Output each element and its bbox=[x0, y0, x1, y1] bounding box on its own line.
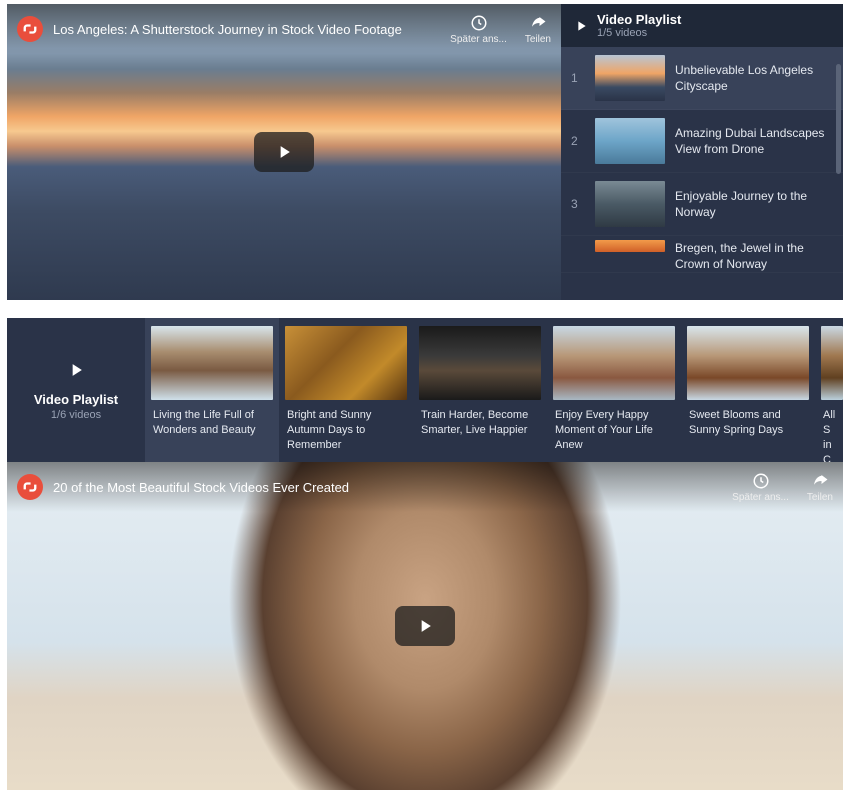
playlist-items[interactable]: 1 Unbelievable Los Angeles Cityscape 2 A… bbox=[561, 47, 843, 300]
watch-later-label: Später ans... bbox=[450, 34, 507, 45]
video-player-2: Video Playlist 1/6 videos Living the Lif… bbox=[7, 318, 843, 790]
share-icon bbox=[529, 14, 547, 32]
playlist-thumbnail bbox=[595, 118, 665, 164]
shutterstock-icon bbox=[23, 22, 37, 36]
video-title[interactable]: 20 of the Most Beautiful Stock Videos Ev… bbox=[53, 480, 732, 495]
playlist-item-number: 2 bbox=[571, 134, 585, 148]
play-icon bbox=[274, 142, 294, 162]
share-label: Teilen bbox=[525, 34, 551, 45]
playlist-thumbnail bbox=[595, 240, 665, 252]
carousel-items[interactable]: Living the Life Full of Wonders and Beau… bbox=[145, 318, 843, 462]
share-label: Teilen bbox=[807, 492, 833, 503]
playlist-item[interactable]: 3 Enjoyable Journey to the Norway bbox=[561, 173, 843, 236]
carousel-item-title: Living the Life Full of Wonders and Beau… bbox=[151, 408, 273, 438]
carousel-item-title: Enjoy Every Happy Moment of Your Life An… bbox=[553, 408, 675, 453]
playlist-count: 1/6 videos bbox=[51, 409, 101, 421]
video-overlay: Los Angeles: A Shutterstock Journey in S… bbox=[7, 4, 561, 54]
share-button[interactable]: Teilen bbox=[525, 14, 551, 45]
play-button[interactable] bbox=[254, 132, 314, 172]
carousel-item[interactable]: Living the Life Full of Wonders and Beau… bbox=[145, 318, 279, 462]
playlist-item[interactable]: Bregen, the Jewel in the Crown of Norway bbox=[561, 236, 843, 273]
carousel-thumbnail bbox=[821, 326, 843, 400]
play-icon bbox=[573, 18, 589, 34]
playlist-title: Video Playlist bbox=[34, 392, 118, 407]
watch-later-label: Später ans... bbox=[732, 492, 789, 503]
carousel-item-title: Bright and Sunny Autumn Days to Remember bbox=[285, 408, 407, 453]
video-actions: Später ans... Teilen bbox=[450, 14, 551, 45]
play-icon bbox=[66, 360, 86, 380]
share-icon bbox=[811, 472, 829, 490]
share-button[interactable]: Teilen bbox=[807, 472, 833, 503]
carousel-item[interactable]: All S in C bbox=[815, 318, 843, 462]
playlist-item-title: Enjoyable Journey to the Norway bbox=[675, 188, 833, 220]
playlist-item-title: Amazing Dubai Landscapes View from Drone bbox=[675, 125, 833, 157]
playlist-thumbnail bbox=[595, 55, 665, 101]
carousel-thumbnail bbox=[553, 326, 675, 400]
clock-icon bbox=[470, 14, 488, 32]
carousel-thumbnail bbox=[687, 326, 809, 400]
carousel-thumbnail bbox=[419, 326, 541, 400]
carousel-item-title: Train Harder, Become Smarter, Live Happi… bbox=[419, 408, 541, 438]
playlist-thumbnail bbox=[595, 181, 665, 227]
channel-avatar[interactable] bbox=[17, 474, 43, 500]
carousel-item[interactable]: Train Harder, Become Smarter, Live Happi… bbox=[413, 318, 547, 462]
shutterstock-icon bbox=[23, 480, 37, 494]
playlist-pane: Video Playlist 1/5 videos 1 Unbelievable… bbox=[561, 4, 843, 300]
playlist-item-title: Bregen, the Jewel in the Crown of Norway bbox=[675, 240, 833, 272]
playlist-header: Video Playlist 1/5 videos bbox=[561, 4, 843, 47]
play-icon bbox=[415, 616, 435, 636]
watch-later-button[interactable]: Später ans... bbox=[450, 14, 507, 45]
video-area[interactable]: 20 of the Most Beautiful Stock Videos Ev… bbox=[7, 462, 843, 790]
carousel-item-title: Sweet Blooms and Sunny Spring Days bbox=[687, 408, 809, 438]
video-title[interactable]: Los Angeles: A Shutterstock Journey in S… bbox=[53, 22, 450, 37]
video-overlay: 20 of the Most Beautiful Stock Videos Ev… bbox=[7, 462, 843, 512]
carousel-thumbnail bbox=[285, 326, 407, 400]
carousel-item[interactable]: Sweet Blooms and Sunny Spring Days bbox=[681, 318, 815, 462]
carousel-thumbnail bbox=[151, 326, 273, 400]
carousel-item[interactable]: Bright and Sunny Autumn Days to Remember bbox=[279, 318, 413, 462]
playlist-title: Video Playlist bbox=[597, 12, 681, 27]
playlist-item[interactable]: 2 Amazing Dubai Landscapes View from Dro… bbox=[561, 110, 843, 173]
playlist-count: 1/5 videos bbox=[597, 27, 681, 39]
playlist-item[interactable]: 1 Unbelievable Los Angeles Cityscape bbox=[561, 47, 843, 110]
carousel-item-title: All S in C bbox=[821, 408, 837, 462]
carousel-item[interactable]: Enjoy Every Happy Moment of Your Life An… bbox=[547, 318, 681, 462]
channel-avatar[interactable] bbox=[17, 16, 43, 42]
clock-icon bbox=[752, 472, 770, 490]
carousel: Video Playlist 1/6 videos Living the Lif… bbox=[7, 318, 843, 462]
playlist-item-number: 3 bbox=[571, 197, 585, 211]
scrollbar[interactable] bbox=[836, 64, 841, 174]
carousel-header: Video Playlist 1/6 videos bbox=[7, 318, 145, 462]
video-actions: Später ans... Teilen bbox=[732, 472, 833, 503]
play-button[interactable] bbox=[395, 606, 455, 646]
video-player-1: Los Angeles: A Shutterstock Journey in S… bbox=[7, 4, 843, 300]
playlist-item-number: 1 bbox=[571, 71, 585, 85]
playlist-item-title: Unbelievable Los Angeles Cityscape bbox=[675, 62, 833, 94]
video-area[interactable]: Los Angeles: A Shutterstock Journey in S… bbox=[7, 4, 561, 300]
watch-later-button[interactable]: Später ans... bbox=[732, 472, 789, 503]
